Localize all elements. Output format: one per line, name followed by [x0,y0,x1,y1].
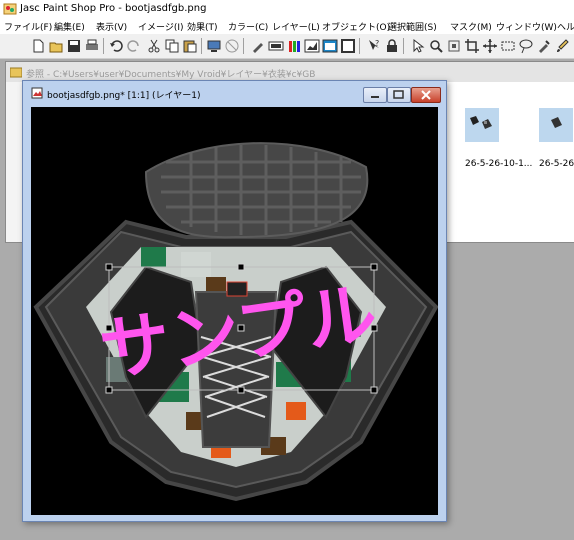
browse-window-titlebar[interactable]: 参照 - C:¥Users¥user¥Documents¥My Vroid¥レイ… [6,62,574,82]
toolbar-separator [103,38,104,54]
app-title: Jasc Paint Shop Pro - bootjasdfgb.png [20,3,207,14]
menu-colors[interactable]: カラー(C) [228,20,268,33]
maximize-button[interactable] [387,87,411,103]
menu-masks[interactable]: マスク(M) [450,20,492,33]
crop-tool-icon[interactable] [464,38,480,54]
toolbar: ? [0,34,574,59]
open-icon[interactable] [48,38,64,54]
arrow-tool-icon[interactable] [410,38,426,54]
selection-tool-icon[interactable] [500,38,516,54]
save-icon[interactable] [66,38,82,54]
brush-icon[interactable] [250,38,266,54]
histogram-icon[interactable] [286,38,302,54]
screen-capture-icon[interactable] [224,38,240,54]
menu-image[interactable]: イメージ(I) [138,20,184,33]
overview-window-icon[interactable] [340,38,356,54]
toolbar-separator [201,38,202,54]
menu-help[interactable]: ヘルプ [557,20,574,33]
paste-icon[interactable] [182,38,198,54]
toolbar-separator [243,38,244,54]
toolbar-separator [359,38,360,54]
image-window-titlebar[interactable]: bootjasdfgb.png* [1:1] (レイヤー1) [23,81,446,105]
lock-icon[interactable] [384,38,400,54]
menu-window[interactable]: ウィンドウ(W) [496,20,557,33]
menu-bar: ファイル(F) 編集(E) 表示(V) イメージ(I) 効果(T) カラー(C)… [0,18,574,34]
browse-icon[interactable] [206,38,222,54]
new-icon[interactable] [30,38,46,54]
move-tool-icon[interactable] [482,38,498,54]
browse-window-icon [9,66,23,78]
menu-file[interactable]: ファイル(F) [4,20,52,33]
thumbnail[interactable] [539,108,573,142]
copy-icon[interactable] [164,38,180,54]
image-window[interactable]: bootjasdfgb.png* [1:1] (レイヤー1) サンプル [22,80,447,522]
toolbar-separator [403,38,404,54]
thumbnail-caption: 26-5-26-10-1... [465,159,533,169]
lasso-tool-icon[interactable] [518,38,534,54]
layer-palette-icon[interactable] [304,38,320,54]
close-button[interactable] [411,87,441,103]
menu-layers[interactable]: レイヤー(L) [272,20,320,33]
overview-icon[interactable] [322,38,338,54]
svg-text:?: ? [375,39,379,48]
browse-window-title: 参照 - C:¥Users¥user¥Documents¥My Vroid¥レイ… [26,70,316,80]
menu-objects[interactable]: オブジェクト(O) [322,20,390,33]
menu-view[interactable]: 表示(V) [96,20,127,33]
menu-edit[interactable]: 編集(E) [54,20,85,33]
undo-icon[interactable] [108,38,124,54]
dropper-tool-icon[interactable] [536,38,552,54]
color-palette-icon[interactable] [268,38,284,54]
cut-icon[interactable] [146,38,162,54]
boot-texture-image: サンプル [31,107,438,515]
thumbnail-caption: 26-5-26 [539,159,574,169]
print-icon[interactable] [84,38,100,54]
paint-brush-tool-icon[interactable] [554,38,570,54]
thumbnail[interactable] [465,108,499,142]
app-titlebar: Jasc Paint Shop Pro - bootjasdfgb.png [0,0,574,18]
paint-shop-pro-icon [3,2,17,16]
deform-tool-icon[interactable] [446,38,462,54]
image-window-title: bootjasdfgb.png* [1:1] (レイヤー1) [47,91,201,101]
minimize-button[interactable] [363,87,387,103]
menu-selections[interactable]: 選択範囲(S) [388,20,437,33]
redo-icon[interactable] [126,38,142,54]
image-canvas[interactable]: サンプル [31,107,438,515]
help-icon[interactable]: ? [366,38,382,54]
image-file-icon [31,87,43,99]
zoom-tool-icon[interactable] [428,38,444,54]
menu-effects[interactable]: 効果(T) [187,20,218,33]
